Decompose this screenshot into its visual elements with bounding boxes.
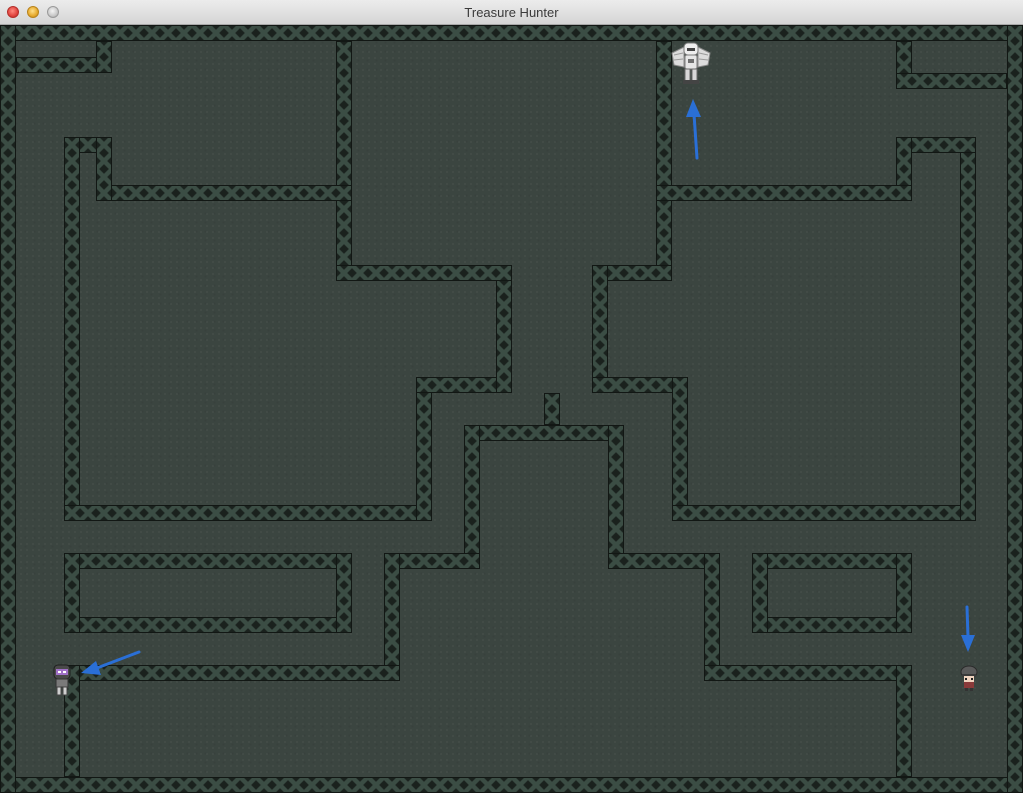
maze-wall bbox=[960, 137, 976, 521]
maze-wall bbox=[96, 137, 112, 201]
maze-wall bbox=[672, 505, 976, 521]
purple-robot-icon[interactable] bbox=[51, 663, 73, 697]
maze-wall bbox=[336, 265, 512, 281]
maze-wall bbox=[896, 665, 912, 777]
maze-wall bbox=[608, 425, 624, 569]
maze-wall bbox=[64, 137, 80, 521]
maze-wall bbox=[336, 553, 352, 633]
maze-wall bbox=[752, 617, 912, 633]
arrow-to-robot bbox=[686, 99, 701, 160]
game-canvas[interactable] bbox=[0, 25, 1023, 793]
maze-wall bbox=[416, 377, 432, 521]
winged-robot-icon[interactable] bbox=[668, 41, 714, 87]
hooded-hero-icon[interactable] bbox=[958, 665, 980, 691]
maze-wall bbox=[896, 73, 1007, 89]
maze-wall bbox=[96, 41, 112, 73]
app-window: Treasure Hunter bbox=[0, 0, 1023, 793]
maze-wall bbox=[656, 185, 912, 201]
maze-wall bbox=[704, 665, 912, 681]
maze-wall bbox=[336, 41, 352, 281]
maze-wall bbox=[0, 25, 1023, 41]
maze-wall bbox=[64, 553, 80, 633]
maze-wall bbox=[0, 25, 16, 793]
maze-wall bbox=[384, 553, 400, 681]
maze-wall bbox=[464, 425, 624, 441]
maze-wall bbox=[464, 425, 480, 569]
maze-wall bbox=[544, 393, 560, 425]
window-title: Treasure Hunter bbox=[464, 5, 559, 20]
title-bar: Treasure Hunter bbox=[0, 0, 1023, 25]
maze-wall bbox=[496, 265, 512, 393]
maze-wall bbox=[752, 553, 912, 569]
arrow-to-hero bbox=[961, 605, 975, 652]
maze-wall bbox=[64, 505, 432, 521]
maze-wall bbox=[64, 617, 352, 633]
maze-wall bbox=[672, 377, 688, 521]
maze-wall bbox=[704, 553, 720, 681]
maze-wall bbox=[64, 665, 400, 681]
maze-wall bbox=[592, 265, 608, 393]
maze-wall bbox=[896, 553, 912, 633]
maze-wall bbox=[0, 777, 1023, 793]
maze-wall bbox=[1007, 25, 1023, 793]
maze-wall bbox=[64, 553, 352, 569]
maze-wall bbox=[752, 553, 768, 633]
maze-wall bbox=[96, 185, 352, 201]
